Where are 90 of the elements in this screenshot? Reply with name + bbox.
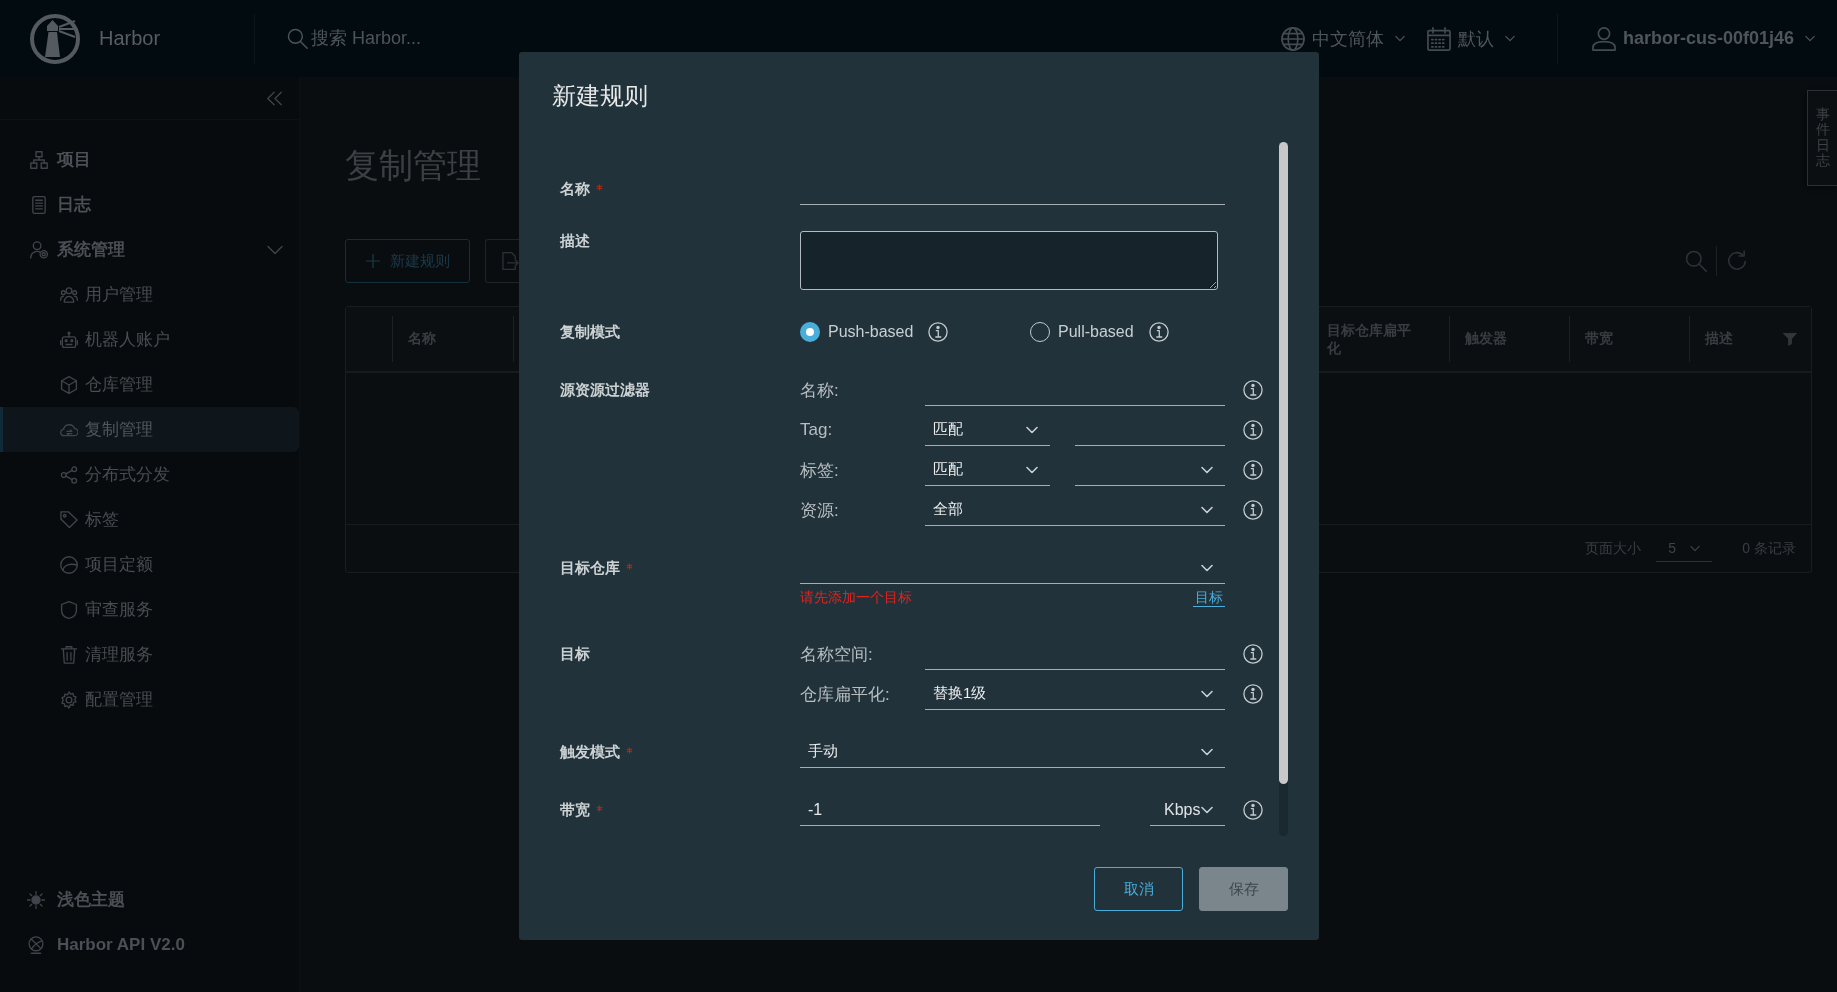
info-icon[interactable]	[1243, 684, 1263, 704]
share-icon	[60, 465, 78, 484]
nav-item[interactable]: 审查服务	[0, 587, 299, 632]
lighthouse-icon[interactable]	[30, 13, 80, 64]
caret-icon	[1201, 689, 1213, 698]
select-field[interactable]: 手动	[800, 736, 1225, 768]
field-label: 源资源过滤器	[560, 380, 650, 400]
field-label: 仓库扁平化:	[800, 683, 891, 706]
dialog-button[interactable]: 取消	[1094, 867, 1183, 911]
shield-icon	[60, 600, 78, 619]
caret-icon	[1201, 505, 1213, 514]
sitemap-icon	[30, 150, 48, 169]
info-icon[interactable]	[1148, 322, 1169, 342]
plus-icon	[365, 254, 380, 268]
dialog-title: 新建规则	[552, 81, 648, 111]
sidebar-link[interactable]: 浅色主题	[0, 877, 299, 922]
info-icon[interactable]	[1243, 800, 1263, 820]
field-label: 目标仓库	[560, 558, 620, 578]
caret-icon	[1201, 465, 1213, 474]
nav-item[interactable]: 清理服务	[0, 632, 299, 677]
field-label: 复制模式	[560, 322, 620, 342]
gear-icon	[60, 690, 78, 709]
nav-item[interactable]: 仓库管理	[0, 362, 299, 407]
field-label: 名称:	[800, 379, 840, 402]
nav-item[interactable]: 项目定额	[0, 542, 299, 587]
users-icon	[60, 285, 78, 304]
field-label: 触发模式	[560, 742, 620, 762]
field-label: 目标	[560, 644, 590, 664]
trash-icon	[60, 645, 78, 664]
search-field[interactable]: 搜索 Harbor...	[311, 28, 511, 49]
field-label: 资源:	[800, 499, 840, 522]
user-gear-icon	[30, 240, 48, 259]
target-link[interactable]: 目标	[1193, 588, 1225, 607]
date-format-menu[interactable]: 默认	[1426, 26, 1515, 51]
info-icon[interactable]	[1243, 380, 1263, 400]
sun-icon	[27, 890, 45, 909]
user-menu[interactable]: harbor-cus-00f01j46	[1591, 26, 1815, 51]
text-area[interactable]	[800, 231, 1218, 290]
info-icon[interactable]	[1243, 644, 1263, 664]
radio-label[interactable]: Push-based	[828, 323, 914, 341]
nav-item[interactable]: 标签	[0, 497, 299, 542]
pie-chart-icon	[60, 555, 78, 574]
field-label: 带宽	[560, 800, 590, 820]
caret-icon	[1805, 35, 1815, 42]
select-field[interactable]: 匹配	[925, 414, 1050, 446]
nav-item[interactable]: 机器人账户	[0, 317, 299, 362]
nav-item[interactable]: 配置管理	[0, 677, 299, 722]
field-label: Tag:	[800, 420, 834, 440]
radio-button[interactable]	[800, 322, 820, 342]
info-icon[interactable]	[1243, 420, 1263, 440]
cube-icon	[60, 375, 78, 394]
robot-icon	[60, 330, 78, 349]
tag-icon	[60, 510, 78, 529]
nav-item[interactable]: 日志	[0, 182, 299, 227]
calendar-icon	[1426, 26, 1451, 51]
document-icon	[30, 195, 48, 214]
caret-icon	[1026, 465, 1038, 474]
radio-label[interactable]: Pull-based	[1058, 323, 1134, 341]
user-icon	[1591, 26, 1616, 51]
sidebar-link[interactable]: Harbor API V2.0	[0, 922, 299, 967]
caret-icon	[1690, 544, 1701, 552]
nav-item[interactable]: 复制管理	[0, 407, 299, 452]
language-menu[interactable]: 中文简体	[1280, 26, 1405, 51]
info-icon[interactable]	[1243, 500, 1263, 520]
field-label: 标签:	[800, 459, 840, 482]
globe-stand-icon	[27, 935, 45, 954]
caret-icon	[1504, 35, 1515, 42]
brand-name[interactable]: Harbor	[99, 27, 161, 50]
error-message: 请先添加一个目标	[800, 588, 912, 606]
caret-icon	[1026, 425, 1038, 434]
select-field[interactable]: 替换1级	[925, 678, 1225, 710]
nav-item[interactable]: 项目	[0, 137, 299, 182]
info-icon[interactable]	[1243, 460, 1263, 480]
field-label: 名称空间:	[800, 643, 874, 666]
select-field[interactable]: 全部	[925, 494, 1225, 526]
field-label: 名称	[560, 179, 590, 199]
nav-item[interactable]: 系统管理	[0, 227, 299, 272]
info-icon[interactable]	[928, 322, 949, 342]
unit-select[interactable]: Kbps	[1150, 794, 1225, 826]
caret-icon	[1201, 563, 1213, 572]
nav-item[interactable]: 分布式分发	[0, 452, 299, 497]
globe-icon	[1280, 26, 1305, 51]
nav-item[interactable]: 用户管理	[0, 272, 299, 317]
select-field[interactable]: 匹配	[925, 454, 1050, 486]
search-icon[interactable]	[287, 28, 308, 49]
caret-icon	[1394, 35, 1405, 42]
caret-icon	[1201, 805, 1213, 814]
field-label: 描述	[560, 231, 590, 251]
caret-icon	[1201, 747, 1213, 756]
input-field[interactable]: -1	[800, 794, 1100, 826]
